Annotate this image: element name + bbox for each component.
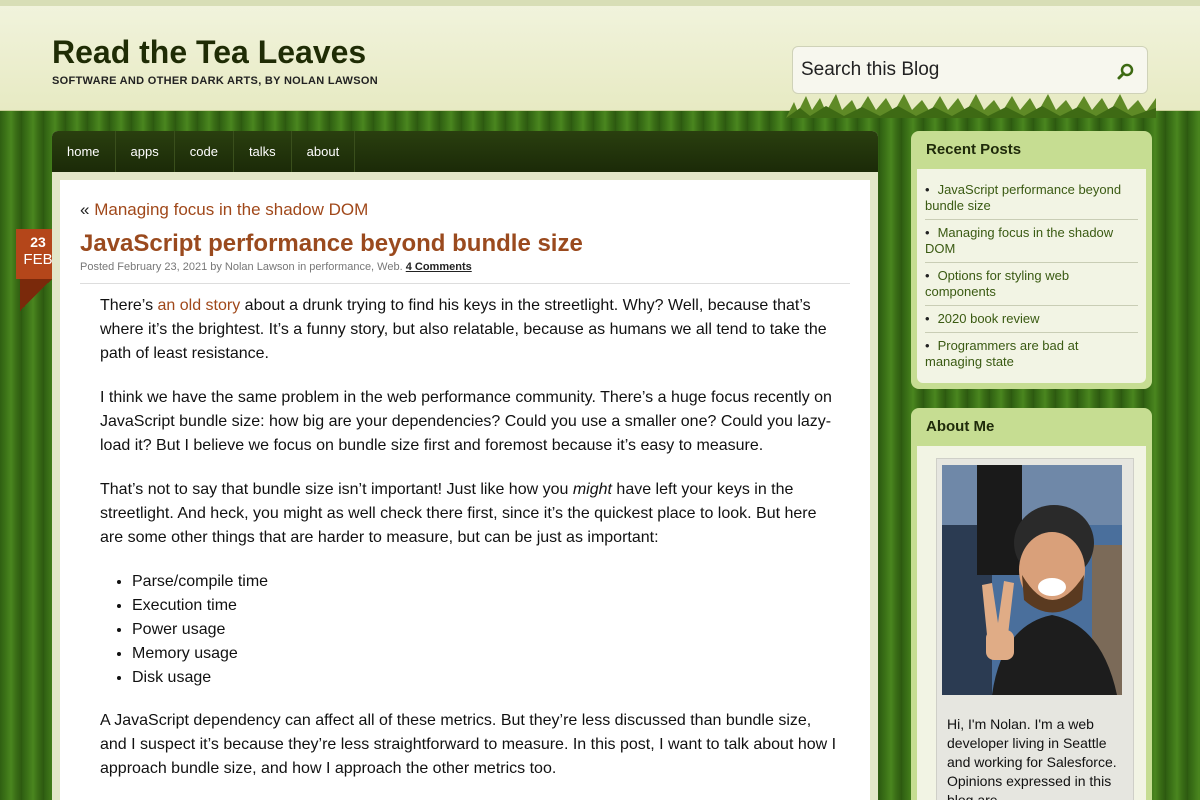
post-content: « Managing focus in the shadow DOM JavaS… (60, 180, 870, 800)
post-divider (80, 283, 850, 284)
recent-post-link[interactable]: JavaScript performance beyond bundle siz… (925, 182, 1121, 213)
list-item: Disk usage (132, 666, 840, 690)
recent-posts-title: Recent Posts (926, 141, 1022, 158)
nav-item-code[interactable]: code (175, 131, 234, 172)
date-badge-ribbon (20, 279, 52, 311)
post-body: There’s an old story about a drunk tryin… (100, 294, 840, 800)
post-title[interactable]: JavaScript performance beyond bundle siz… (80, 230, 583, 258)
about-me-body: Hi, I'm Nolan. I'm a web developer livin… (917, 446, 1146, 800)
nav-item-home[interactable]: home (52, 131, 116, 172)
post-meta: Posted February 23, 2021 by Nolan Lawson… (80, 261, 472, 273)
list-item: • Managing focus in the shadow DOM (925, 220, 1138, 263)
p3-text-start: That’s not to say that bundle size isn’t… (100, 481, 573, 498)
about-me-title: About Me (926, 418, 995, 435)
about-text: Hi, I'm Nolan. I'm a web developer livin… (947, 716, 1117, 800)
old-story-link[interactable]: an old story (158, 297, 241, 314)
recent-post-link[interactable]: Options for styling web components (925, 268, 1069, 299)
site-header: Read the Tea Leaves SOFTWARE AND OTHER D… (0, 6, 1200, 118)
nav-item-about[interactable]: about (292, 131, 356, 172)
list-item: • Options for styling web components (925, 263, 1138, 306)
previous-arrow: « (80, 200, 90, 219)
recent-posts-list: • JavaScript performance beyond bundle si… (917, 169, 1146, 383)
paragraph-2: I think we have the same problem in the … (100, 389, 832, 454)
p1-text-start: There’s (100, 297, 158, 314)
about-me-widget: About Me Hi, I'm Nolan. I'm a web develo… (911, 408, 1152, 800)
paragraph-4: A JavaScript dependency can affect all o… (100, 712, 837, 777)
recent-posts-widget: Recent Posts • JavaScript performance bey… (911, 131, 1152, 389)
recent-post-link[interactable]: 2020 book review (938, 311, 1040, 326)
main-column: home apps code talks about « Managing fo… (52, 131, 878, 800)
site-tagline: SOFTWARE AND OTHER DARK ARTS, BY NOLAN L… (52, 75, 378, 87)
list-item: Memory usage (132, 642, 840, 666)
search-input[interactable] (801, 55, 1101, 85)
list-item: • 2020 book review (925, 306, 1138, 333)
previous-post-link[interactable]: Managing focus in the shadow DOM (94, 200, 368, 219)
site-title[interactable]: Read the Tea Leaves (52, 34, 366, 71)
list-item: Parse/compile time (132, 570, 840, 594)
previous-post-nav: « Managing focus in the shadow DOM (80, 200, 368, 220)
metrics-list: Parse/compile time Execution time Power … (132, 570, 840, 690)
post-meta-text: Posted February 23, 2021 by Nolan Lawson… (80, 261, 403, 273)
paragraph-1: There’s an old story about a drunk tryin… (100, 294, 840, 366)
list-item: Power usage (132, 618, 840, 642)
search-box (792, 46, 1148, 94)
recent-post-link[interactable]: Managing focus in the shadow DOM (925, 225, 1113, 256)
comments-link[interactable]: 4 Comments (406, 261, 472, 273)
paragraph-3: That’s not to say that bundle size isn’t… (100, 478, 840, 550)
grass-decoration (786, 94, 1156, 118)
search-button[interactable] (1115, 61, 1137, 83)
list-item: Execution time (132, 594, 840, 618)
list-item: • JavaScript performance beyond bundle si… (925, 177, 1138, 220)
about-card: Hi, I'm Nolan. I'm a web developer livin… (936, 458, 1134, 800)
recent-post-link[interactable]: Programmers are bad at managing state (925, 338, 1078, 369)
nav-item-apps[interactable]: apps (116, 131, 175, 172)
nav-item-talks[interactable]: talks (234, 131, 292, 172)
main-nav: home apps code talks about (52, 131, 878, 172)
avatar (942, 465, 1122, 695)
list-item: • Programmers are bad at managing state (925, 338, 1079, 369)
p3-emphasis: might (572, 481, 612, 498)
search-icon (1117, 63, 1134, 80)
